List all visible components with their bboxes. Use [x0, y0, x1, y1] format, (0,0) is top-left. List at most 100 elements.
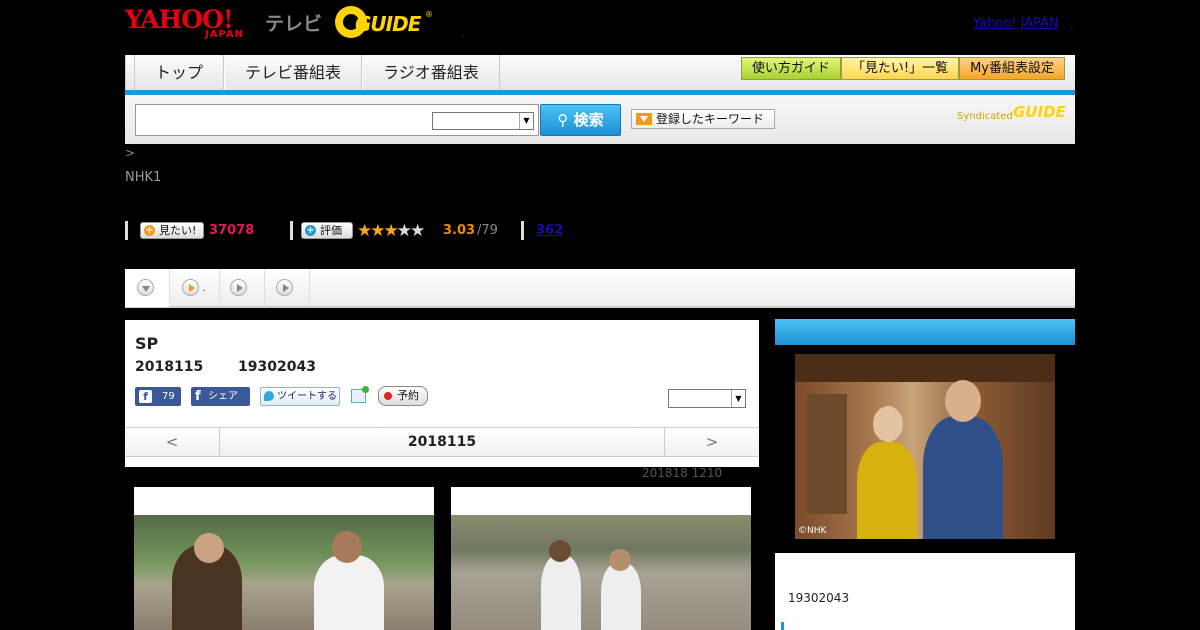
person-figure [857, 442, 917, 539]
chevron-down-icon: ▼ [731, 390, 745, 407]
divider [521, 221, 524, 240]
main-nav: トップ テレビ番組表 ラジオ番組表 使い方ガイド 「見たい!」一覧 My番組表設… [125, 55, 1075, 91]
usage-guide-button[interactable]: 使い方ガイド [740, 57, 841, 80]
program-stats: + 見たい! 37078 + 評価 ★★★★★ 3.03 /79 362 [125, 221, 1075, 241]
play-icon [230, 279, 247, 296]
image-credit: ©NHK [798, 526, 827, 536]
calendar-add-icon[interactable] [351, 386, 369, 403]
syndicated-label: Syndicated [957, 111, 1013, 122]
facebook-share-label: シェア [208, 391, 238, 402]
tab-second-label: . [202, 281, 206, 294]
program-detail-panel: SP 2018115 19302043 f 79 f シェア ツイートする 予約… [125, 320, 759, 467]
person-head [873, 406, 903, 442]
program-title: SP [135, 334, 159, 353]
search-icon: ⚲ [557, 111, 574, 129]
tv-label: テレビ [265, 13, 323, 35]
record-icon [384, 392, 392, 400]
thumbnail-image [134, 515, 434, 630]
reserve-label: 予約 [397, 389, 419, 402]
facebook-share-button[interactable]: f シェア [191, 387, 250, 406]
sidebar-time: 19302043 [788, 591, 850, 605]
ceiling-shape [795, 354, 1055, 382]
star-rating: ★★★★★ [357, 221, 425, 241]
mitai-button[interactable]: + 見たい! [140, 222, 204, 239]
review-count-link[interactable]: 362 [536, 223, 563, 238]
saved-keywords-button[interactable]: 登録したキーワード [631, 109, 775, 129]
rate-label: 評価 [320, 224, 342, 237]
channel-name: NHK1 [125, 170, 162, 185]
program-thumbnail[interactable] [451, 487, 751, 630]
nav-right-buttons: 使い方ガイド 「見たい!」一覧 My番組表設定 [740, 57, 1065, 80]
play-icon [182, 279, 199, 296]
star-icon: ★ [410, 221, 425, 241]
search-category-select[interactable]: ▼ [432, 112, 534, 130]
next-date-button[interactable]: > [664, 428, 759, 457]
updated-timestamp: 201818 1210 [642, 466, 723, 480]
header-link-dot-right[interactable]: , [1070, 18, 1074, 32]
program-action-select[interactable]: ▼ [668, 389, 746, 408]
tab-details[interactable] [125, 269, 170, 307]
gguide-logo[interactable]: GUIDE ® [335, 6, 435, 40]
program-date: 2018115 [135, 359, 204, 375]
mitai-label: 見たい! [159, 224, 197, 237]
tab-fourth[interactable] [265, 269, 310, 307]
gguide-logo-text: GUIDE [355, 12, 421, 36]
prev-date-button[interactable]: < [125, 428, 220, 457]
divider [290, 221, 293, 240]
tab-third[interactable] [220, 269, 265, 307]
search-bar: ▼ ⚲ 検索 登録したキーワード Syndicated GUIDE [125, 95, 1075, 144]
rating-value: 3.03 [443, 223, 476, 238]
facebook-count: 79 [162, 391, 175, 402]
sidebar-header [775, 319, 1075, 345]
divider [125, 221, 128, 240]
person-figure [923, 416, 1003, 539]
tweet-label: ツイートする [277, 391, 337, 402]
program-key-image[interactable]: ©NHK [795, 354, 1055, 539]
person-head [194, 533, 224, 563]
person-figure [314, 555, 384, 630]
chevron-down-icon: ▼ [519, 113, 533, 129]
yahoo-japan-link[interactable]: Yahoo! JAPAN [973, 16, 1059, 31]
sidebar-accent-bar [781, 622, 784, 630]
star-icon: ★ [357, 221, 372, 241]
thumbnail-image [451, 515, 751, 630]
plus-icon: + [144, 225, 155, 236]
tab-second[interactable]: . [170, 269, 220, 307]
nav-tabs: トップ テレビ番組表 ラジオ番組表 [134, 55, 500, 91]
nav-tab-tv-schedule[interactable]: テレビ番組表 [224, 55, 363, 91]
sidebar-panel: ©NHK 19302043 [775, 319, 1075, 630]
breadcrumb: > [125, 146, 136, 160]
twitter-icon [264, 391, 274, 401]
pager-date: 2018115 [407, 434, 477, 450]
rating-count: /79 [477, 223, 498, 238]
date-pager: < 2018115 > [125, 427, 759, 457]
person-figure [601, 563, 641, 630]
facebook-count-button[interactable]: f 79 [135, 387, 181, 406]
mitai-count: 37078 [209, 223, 255, 238]
saved-keywords-label: 登録したキーワード [656, 112, 765, 126]
nav-tab-radio-schedule[interactable]: ラジオ番組表 [362, 55, 500, 91]
rate-button[interactable]: + 評価 [301, 222, 353, 239]
person-head [609, 549, 631, 571]
nav-tab-top[interactable]: トップ [134, 55, 225, 91]
shelf-shape [807, 394, 847, 514]
program-tab-strip: . [125, 269, 1075, 308]
japan-logo-text: JAPAN [205, 29, 244, 40]
tweet-button[interactable]: ツイートする [260, 387, 340, 406]
person-figure [541, 555, 581, 630]
program-time: 19302043 [238, 359, 316, 375]
play-icon [276, 279, 293, 296]
program-thumbnail[interactable] [134, 487, 434, 630]
my-schedule-settings-button[interactable]: My番組表設定 [959, 57, 1065, 80]
syndicated-gguide-logo: GUIDE [1013, 103, 1066, 121]
reserve-button[interactable]: 予約 [378, 386, 428, 406]
person-head [332, 531, 362, 563]
sidebar-image-frame: ©NHK [775, 345, 1075, 553]
star-icon: ★ [370, 221, 385, 241]
plus-icon: + [305, 225, 316, 236]
header-link-dot[interactable]: , [462, 24, 466, 38]
mitai-list-button[interactable]: 「見たい!」一覧 [840, 57, 960, 80]
search-button[interactable]: ⚲ 検索 [540, 104, 621, 136]
chevron-down-icon [137, 279, 154, 296]
gguide-reg-mark: ® [425, 10, 433, 19]
